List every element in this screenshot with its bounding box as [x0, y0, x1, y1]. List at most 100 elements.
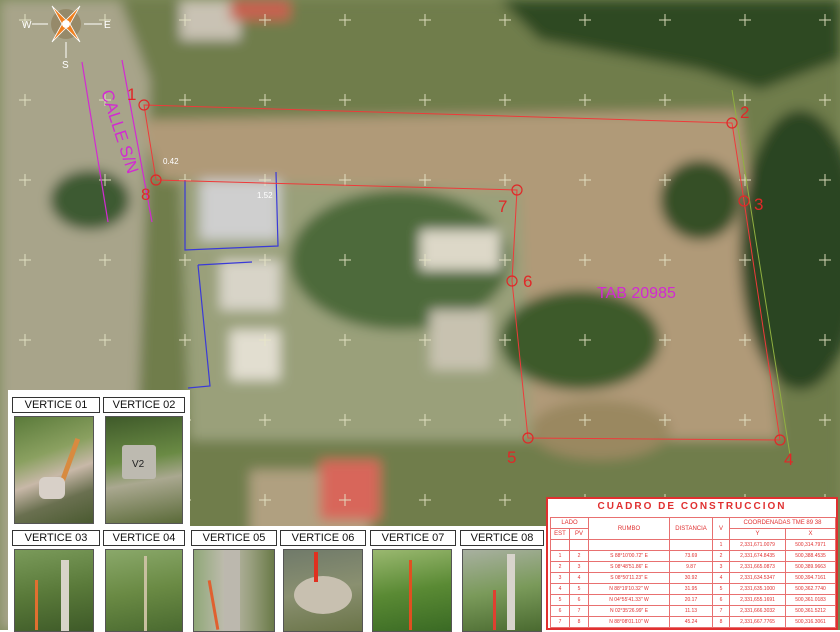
- cell-pv: 3: [569, 561, 589, 573]
- construction-table-grid: LADO RUMBO DISTANCIA V COORDENADAS TME 8…: [550, 517, 836, 628]
- photo-vertice-04[interactable]: [105, 549, 183, 632]
- table-row: 34S 08°50'11.23" E 30.92 4 2,331,634.5347 50…: [550, 572, 836, 584]
- cell-dist: 30.92: [669, 572, 713, 584]
- table-row: 45N 88°19'10.32" W 31.95 5 2,331,635.1000 50…: [550, 583, 836, 595]
- photo-vertice-02[interactable]: V2: [105, 416, 183, 524]
- photo-label-vertice-07: VERTICE 07: [370, 530, 456, 546]
- cell-pv: 5: [569, 583, 589, 595]
- photo-label-vertice-06: VERTICE 06: [280, 530, 366, 546]
- construction-table: CUADRO DE CONSTRUCCION LADO RUMBO DISTAN…: [546, 497, 838, 630]
- cell-y: 2,331,674.8435: [728, 550, 787, 562]
- cell-est: 6: [550, 605, 570, 617]
- photo-vertice-01[interactable]: [14, 416, 94, 524]
- cell-dist: 20.17: [669, 594, 713, 606]
- table-row: 1 2,331,671.0079 500,314.7971: [550, 539, 836, 551]
- cell-dist: 9.87: [669, 561, 713, 573]
- cell-pv: 6: [569, 594, 589, 606]
- col-est: EST: [550, 528, 570, 540]
- cell-v: 6: [712, 594, 730, 606]
- cell-est: 1: [550, 550, 570, 562]
- cell-y: 2,331,634.5347: [728, 572, 787, 584]
- cell-v: 2: [712, 550, 730, 562]
- cell-x: 500,362.7740: [785, 583, 836, 595]
- cell-x: 500,361.0183: [785, 594, 836, 606]
- photo-marker-v2: V2: [132, 459, 145, 470]
- cell-y: 2,331,671.0079: [728, 539, 787, 551]
- dimension-label-152: 1.52: [257, 191, 273, 200]
- cell-dist: 11.13: [669, 605, 713, 617]
- photo-vertice-05[interactable]: [193, 549, 275, 632]
- photo-vertice-06[interactable]: [283, 549, 363, 632]
- photo-label-vertice-02: VERTICE 02: [103, 397, 185, 413]
- table-row: 56N 04°55'41.33" W 20.17 6 2,331,655.1691 50…: [550, 594, 836, 606]
- cell-x: 500,361.5212: [785, 605, 836, 617]
- vertex-number-5: 5: [507, 448, 516, 467]
- cell-v: 5: [712, 583, 730, 595]
- cell-x: 500,314.7971: [785, 539, 836, 551]
- vertex-number-8: 8: [141, 185, 150, 204]
- photo-label-vertice-01: VERTICE 01: [12, 397, 100, 413]
- compass-east: E: [104, 20, 111, 31]
- col-v: V: [712, 517, 730, 540]
- vertex-number-6: 6: [523, 272, 532, 291]
- parcel-label: TAB 20985: [597, 285, 676, 302]
- table-row: 78N 88°08'01.10" W 45.24 8 2,331,667.7765 50…: [550, 616, 836, 628]
- cell-rumbo: N 88°19'10.32" W: [588, 583, 670, 595]
- vertex-number-3: 3: [754, 195, 763, 214]
- col-y: Y: [728, 528, 787, 540]
- cell-y: 2,331,665.0873: [728, 561, 787, 573]
- table-row: 67N 02°35'26.99" E 11.13 7 2,331,666.3032 50…: [550, 605, 836, 617]
- cell-y: 2,331,667.7765: [728, 616, 787, 628]
- col-pv: PV: [569, 528, 589, 540]
- cell-y: 2,331,666.3032: [728, 605, 787, 617]
- photo-vertice-07[interactable]: [372, 549, 452, 632]
- cell-pv: 4: [569, 572, 589, 584]
- cell-rumbo: S 08°50'11.23" E: [588, 572, 670, 584]
- cell-est: 7: [550, 616, 570, 628]
- compass-west: W: [22, 20, 32, 31]
- cell-rumbo: N 02°35'26.99" E: [588, 605, 670, 617]
- cell-y: 2,331,655.1691: [728, 594, 787, 606]
- cell-v: 4: [712, 572, 730, 584]
- vertex-number-2: 2: [740, 103, 749, 122]
- table-title: CUADRO DE CONSTRUCCION: [597, 501, 787, 512]
- cell-v: 8: [712, 616, 730, 628]
- photo-label-vertice-08: VERTICE 08: [460, 530, 544, 546]
- cell-est: 3: [550, 572, 570, 584]
- cell-x: 500,388.4535: [785, 550, 836, 562]
- col-coordenadas: COORDENADAS TME 89 38: [729, 517, 836, 529]
- col-x: X: [785, 528, 836, 540]
- cell-v: 7: [712, 605, 730, 617]
- cell-pv: 7: [569, 605, 589, 617]
- table-row: 12S 88°10'00.72" E 73.69 2 2,331,674.8435 50…: [550, 550, 836, 562]
- vertex-number-4: 4: [784, 450, 793, 469]
- col-lado: LADO: [550, 517, 589, 529]
- dimension-label-042: 0.42: [163, 157, 179, 166]
- table-row: 23S 08°48'51.86" E 9.87 3 2,331,665.0873 500…: [550, 561, 836, 573]
- cell-x: 500,389.9663: [785, 561, 836, 573]
- col-distancia: DISTANCIA: [669, 517, 713, 540]
- photo-label-vertice-04: VERTICE 04: [103, 530, 185, 546]
- vertex-number-1: 1: [127, 85, 136, 104]
- photo-label-vertice-05: VERTICE 05: [191, 530, 277, 546]
- cell-dist: 73.69: [669, 550, 713, 562]
- cell-v: 3: [712, 561, 730, 573]
- photo-vertice-03[interactable]: [14, 549, 94, 632]
- cell-pv: 2: [569, 550, 589, 562]
- cell-x: 500,394.7161: [785, 572, 836, 584]
- cell-pv: 8: [569, 616, 589, 628]
- cell-rumbo: N 04°55'41.33" W: [588, 594, 670, 606]
- photo-label-vertice-03: VERTICE 03: [12, 530, 100, 546]
- photo-vertice-08[interactable]: [462, 549, 542, 632]
- cell-x: 500,316.3061: [785, 616, 836, 628]
- cell-est: 4: [550, 583, 570, 595]
- cell-rumbo: S 88°10'00.72" E: [588, 550, 670, 562]
- cell-est: 5: [550, 594, 570, 606]
- cell-est: 2: [550, 561, 570, 573]
- cell-dist: 45.24: [669, 616, 713, 628]
- cell-dist: 31.95: [669, 583, 713, 595]
- cell-y: 2,331,635.1000: [728, 583, 787, 595]
- compass-south: S: [62, 60, 69, 71]
- vertex-number-7: 7: [498, 197, 507, 216]
- cell-rumbo: N 88°08'01.10" W: [588, 616, 670, 628]
